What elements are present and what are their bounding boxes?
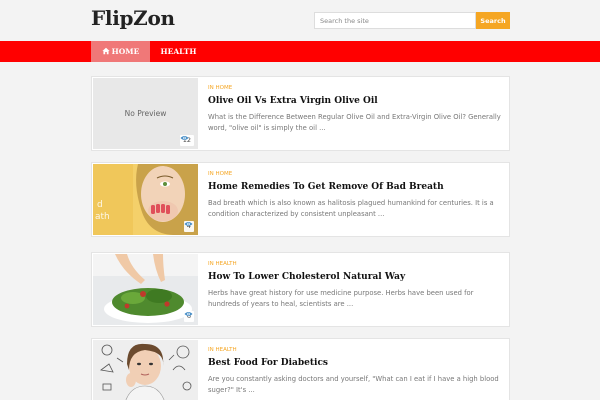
search-input[interactable] xyxy=(314,12,476,29)
post-category[interactable]: IN HOME xyxy=(208,171,232,177)
post-excerpt: Are you constantly asking doctors and yo… xyxy=(208,375,499,394)
eye-icon xyxy=(180,136,189,140)
post-excerpt: What is the Difference Between Regular O… xyxy=(208,113,501,132)
post-thumbnail[interactable]: 6 xyxy=(93,254,198,325)
post-title[interactable]: Olive Oil Vs Extra Virgin Olive Oil xyxy=(208,96,378,106)
salad-bowl-photo xyxy=(93,254,198,325)
svg-text:d: d xyxy=(97,200,103,210)
woman-covering-mouth-photo: d ath xyxy=(93,164,198,235)
post-title[interactable]: Home Remedies To Get Remove Of Bad Breat… xyxy=(208,182,444,192)
post-category[interactable]: IN HEALTH xyxy=(208,347,237,353)
post-excerpt: Bad breath which is also known as halito… xyxy=(208,199,494,218)
view-count: 4 xyxy=(183,221,194,232)
view-count: 6 xyxy=(183,311,194,322)
eye-icon xyxy=(184,222,193,226)
search-button[interactable]: Search xyxy=(476,12,510,29)
post-card: IN HEALTH Best Food For Diabetics Are yo… xyxy=(91,338,510,400)
post-category[interactable]: IN HOME xyxy=(208,85,232,91)
woman-thinking-food-photo xyxy=(93,340,198,400)
post-thumbnail[interactable]: d ath 4 xyxy=(93,164,198,235)
home-icon xyxy=(102,47,110,55)
site-header: FlipZon Search xyxy=(0,0,600,41)
post-card: 6 IN HEALTH How To Lower Cholesterol Nat… xyxy=(91,252,510,327)
site-logo[interactable]: FlipZon xyxy=(91,6,175,30)
eye-icon xyxy=(184,312,193,316)
main-nav: HOME HEALTH xyxy=(0,41,600,62)
post-title[interactable]: Best Food For Diabetics xyxy=(208,358,328,368)
nav-item-label: HOME xyxy=(111,47,140,56)
view-count: 12 xyxy=(179,135,194,146)
post-excerpt: Herbs have great history for use medicin… xyxy=(208,289,474,308)
post-card: d ath 4 IN HOME Home Remedies To Get Rem… xyxy=(91,162,510,237)
post-title[interactable]: How To Lower Cholesterol Natural Way xyxy=(208,272,405,282)
post-card: No Preview 12 IN HOME Olive Oil Vs Extra… xyxy=(91,76,510,151)
post-thumbnail[interactable]: No Preview 12 xyxy=(93,78,198,149)
nav-item-home[interactable]: HOME xyxy=(91,41,150,62)
nav-item-label: HEALTH xyxy=(160,47,197,56)
post-thumbnail[interactable] xyxy=(93,340,198,400)
svg-text:ath: ath xyxy=(95,212,110,222)
nav-item-health[interactable]: HEALTH xyxy=(150,41,207,62)
post-category[interactable]: IN HEALTH xyxy=(208,261,237,267)
